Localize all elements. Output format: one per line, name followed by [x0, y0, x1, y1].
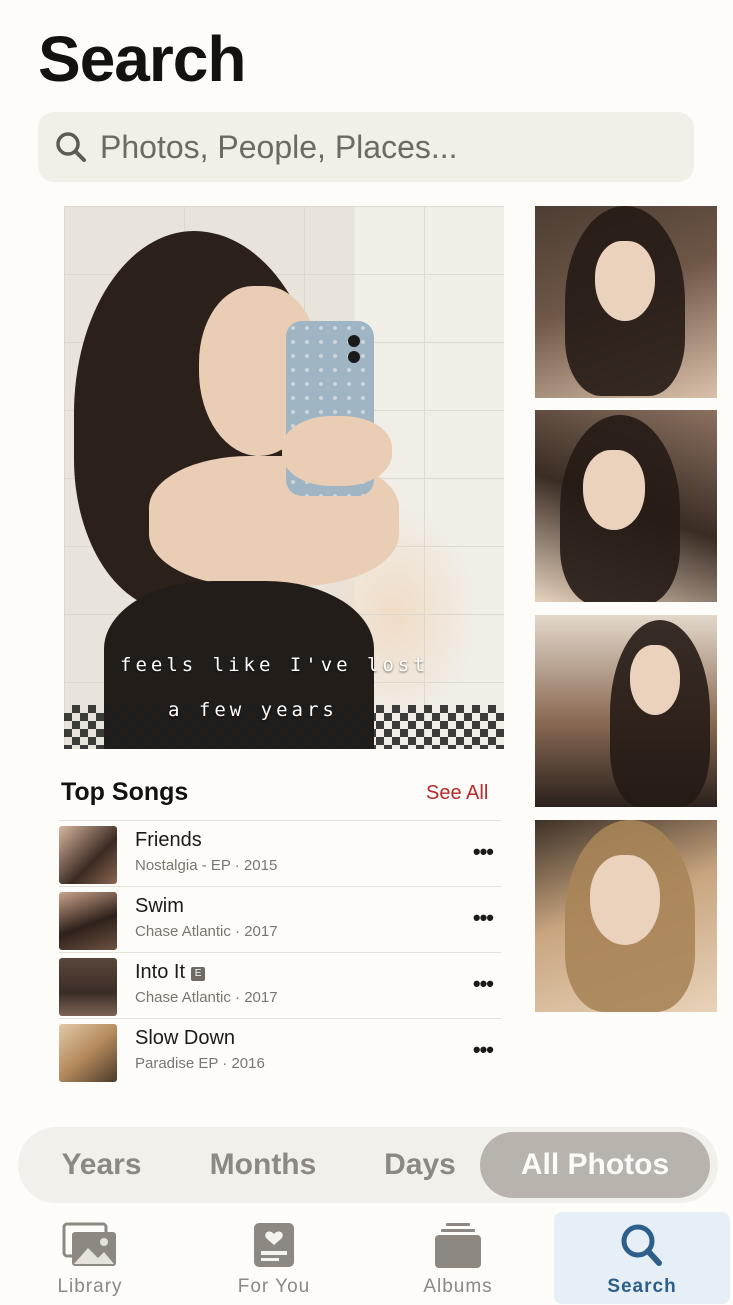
tab-albums[interactable]: Albums — [370, 1212, 546, 1304]
photo-caption-line1: feels like I've lost — [120, 654, 429, 676]
tab-label: For You — [237, 1276, 311, 1297]
album-art — [59, 958, 117, 1016]
segment-all-photos[interactable]: All Photos — [480, 1132, 710, 1198]
more-icon[interactable]: ••• — [473, 839, 494, 865]
song-title: Slow Down — [135, 1027, 236, 1049]
song-subtitle: Paradise EP · 2016 — [135, 1055, 265, 1072]
segment-months[interactable]: Months — [193, 1127, 333, 1203]
song-title: Into It E — [135, 961, 206, 984]
song-row[interactable]: Slow Down Paradise EP · 2016 ••• — [59, 1018, 501, 1083]
song-row[interactable]: Friends Nostalgia - EP · 2015 ••• — [59, 820, 501, 885]
more-icon[interactable]: ••• — [473, 971, 494, 997]
tab-label: Albums — [423, 1276, 493, 1297]
album-art — [59, 892, 117, 950]
album-art — [59, 826, 117, 884]
photo-thumbnail[interactable] — [535, 410, 717, 602]
tab-library[interactable]: Library — [2, 1212, 178, 1304]
album-art — [59, 1024, 117, 1082]
song-subtitle: Nostalgia - EP · 2015 — [135, 857, 278, 874]
more-icon[interactable]: ••• — [473, 1037, 494, 1063]
featured-photo[interactable]: feels like I've lost a few years — [64, 206, 504, 749]
tab-label: Library — [57, 1276, 123, 1297]
photo-thumbnail[interactable] — [535, 820, 717, 1012]
search-icon — [621, 1224, 662, 1266]
page-title: Search — [38, 23, 246, 95]
song-subtitle: Chase Atlantic · 2017 — [135, 923, 278, 940]
song-row[interactable]: Into It E Chase Atlantic · 2017 ••• — [59, 952, 501, 1017]
tab-for-you[interactable]: For You — [186, 1212, 362, 1304]
photo-hand — [282, 416, 392, 486]
tab-search[interactable]: Search — [554, 1212, 730, 1304]
albums-icon — [435, 1223, 481, 1268]
for-you-icon — [254, 1223, 294, 1267]
explicit-icon: E — [191, 967, 206, 981]
top-songs-title: Top Songs — [61, 778, 189, 806]
photo-thumbnail[interactable] — [535, 615, 717, 807]
segment-days[interactable]: Days — [370, 1127, 470, 1203]
segment-years[interactable]: Years — [44, 1127, 159, 1203]
song-row[interactable]: Swim Chase Atlantic · 2017 ••• — [59, 886, 501, 951]
song-subtitle: Chase Atlantic · 2017 — [135, 989, 278, 1006]
song-title: Swim — [135, 895, 184, 917]
tab-label: Search — [607, 1276, 677, 1297]
photo-caption-line2: a few years — [168, 699, 338, 721]
search-icon — [56, 132, 86, 162]
photo-library-icon — [62, 1222, 116, 1266]
song-title: Friends — [135, 829, 202, 851]
more-icon[interactable]: ••• — [473, 905, 494, 931]
view-segmented-control: Years Months Days All Photos — [18, 1127, 718, 1203]
search-input[interactable] — [98, 127, 662, 167]
photo-thumbnail[interactable] — [535, 206, 717, 398]
see-all-link[interactable]: See All — [426, 782, 488, 805]
search-bar[interactable] — [38, 112, 694, 182]
